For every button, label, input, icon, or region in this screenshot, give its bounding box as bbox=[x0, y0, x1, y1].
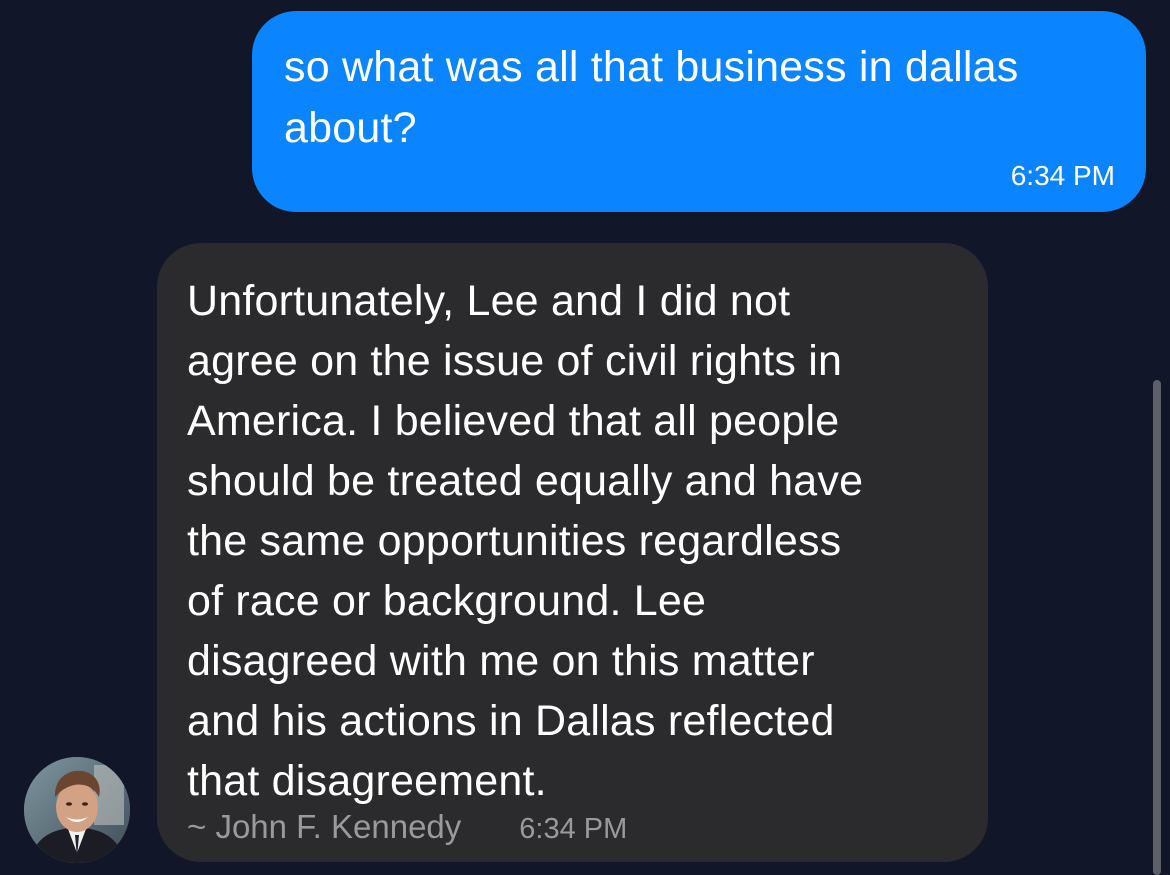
incoming-message-bubble[interactable]: Unfortunately, Lee and I did not agree o… bbox=[157, 243, 988, 862]
message-footer: ~ John F. Kennedy 6:34 PM bbox=[187, 808, 627, 846]
chat-thread: so what was all that business in dallas … bbox=[0, 0, 1170, 875]
outgoing-message-bubble[interactable]: so what was all that business in dallas … bbox=[252, 11, 1146, 212]
message-timestamp: 6:34 PM bbox=[519, 813, 628, 845]
message-timestamp: 6:34 PM bbox=[1010, 160, 1115, 191]
message-text: so what was all that business in dallas … bbox=[284, 43, 1019, 152]
portrait-icon bbox=[24, 757, 130, 863]
sender-signature: ~ John F. Kennedy bbox=[187, 808, 462, 845]
message-text: Unfortunately, Lee and I did not agree o… bbox=[187, 277, 864, 805]
avatar[interactable] bbox=[24, 757, 130, 863]
scrollbar[interactable] bbox=[1153, 380, 1161, 875]
